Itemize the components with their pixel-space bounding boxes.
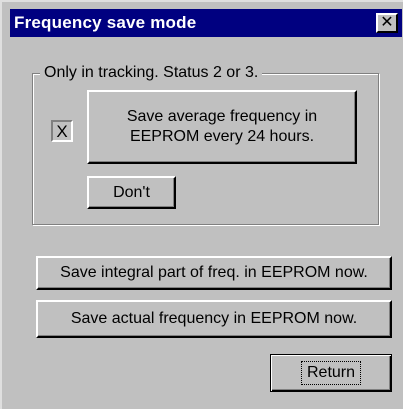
save-average-label-line1: Save average frequency in bbox=[126, 108, 318, 125]
dont-button[interactable]: Don't bbox=[87, 176, 176, 209]
save-actual-frequency-button[interactable]: Save actual frequency in EEPROM now. bbox=[36, 300, 392, 338]
save-integral-label: Save integral part of freq. in EEPROM no… bbox=[60, 264, 368, 281]
save-average-label: Save average frequency in EEPROM every 2… bbox=[127, 107, 317, 147]
group-label: Only in tracking. Status 2 or 3. bbox=[40, 64, 263, 82]
save-actual-label: Save actual frequency in EEPROM now. bbox=[70, 310, 358, 327]
save-average-checkbox[interactable]: X bbox=[51, 120, 73, 142]
save-average-label-line2: EEPROM every 24 hours. bbox=[129, 128, 315, 145]
dialog-window: Frequency save mode ✕ Only in tracking. … bbox=[0, 0, 403, 409]
return-button-label: Return bbox=[300, 361, 362, 385]
window-title: Frequency save mode bbox=[14, 13, 197, 32]
return-button[interactable]: Return bbox=[270, 354, 392, 392]
dont-button-label: Don't bbox=[113, 183, 150, 201]
title-bar[interactable]: Frequency save mode ✕ bbox=[10, 9, 402, 37]
save-integral-part-button[interactable]: Save integral part of freq. in EEPROM no… bbox=[36, 256, 392, 290]
save-average-frequency-button[interactable]: Save average frequency in EEPROM every 2… bbox=[87, 90, 357, 164]
close-icon[interactable]: ✕ bbox=[376, 13, 398, 33]
